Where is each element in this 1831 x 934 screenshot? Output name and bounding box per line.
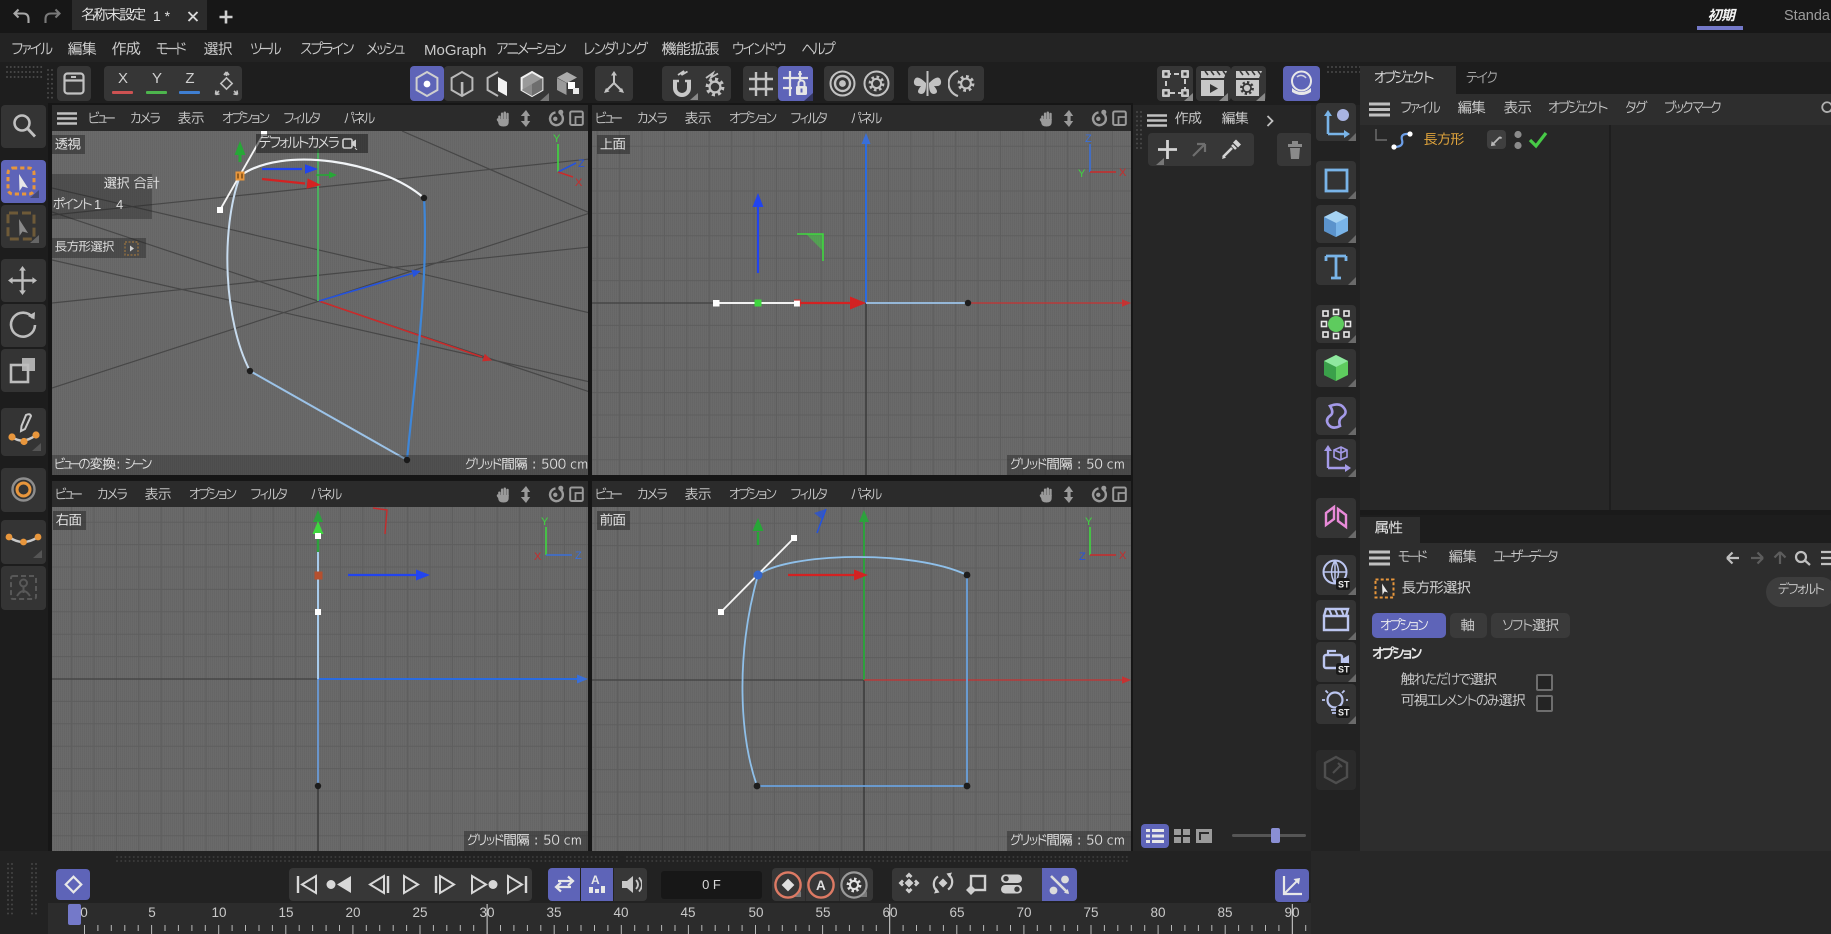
svg-text:X: X xyxy=(575,177,583,189)
svg-text:X: X xyxy=(1119,167,1127,179)
svg-text:A: A xyxy=(591,873,600,887)
svg-text:A: A xyxy=(816,878,826,893)
svg-text:Y: Y xyxy=(1078,168,1086,180)
svg-text:Z: Z xyxy=(1079,551,1086,563)
svg-text:ST: ST xyxy=(1338,665,1350,675)
svg-text:Y: Y xyxy=(541,516,549,528)
svg-text:Z: Z xyxy=(1085,133,1092,145)
svg-text:Y: Y xyxy=(553,133,561,145)
svg-text:X: X xyxy=(534,551,542,563)
svg-text:Z: Z xyxy=(575,550,582,562)
svg-text:Z: Z xyxy=(578,158,585,170)
svg-text:Y: Y xyxy=(1085,516,1093,528)
svg-text:X: X xyxy=(1119,550,1127,562)
